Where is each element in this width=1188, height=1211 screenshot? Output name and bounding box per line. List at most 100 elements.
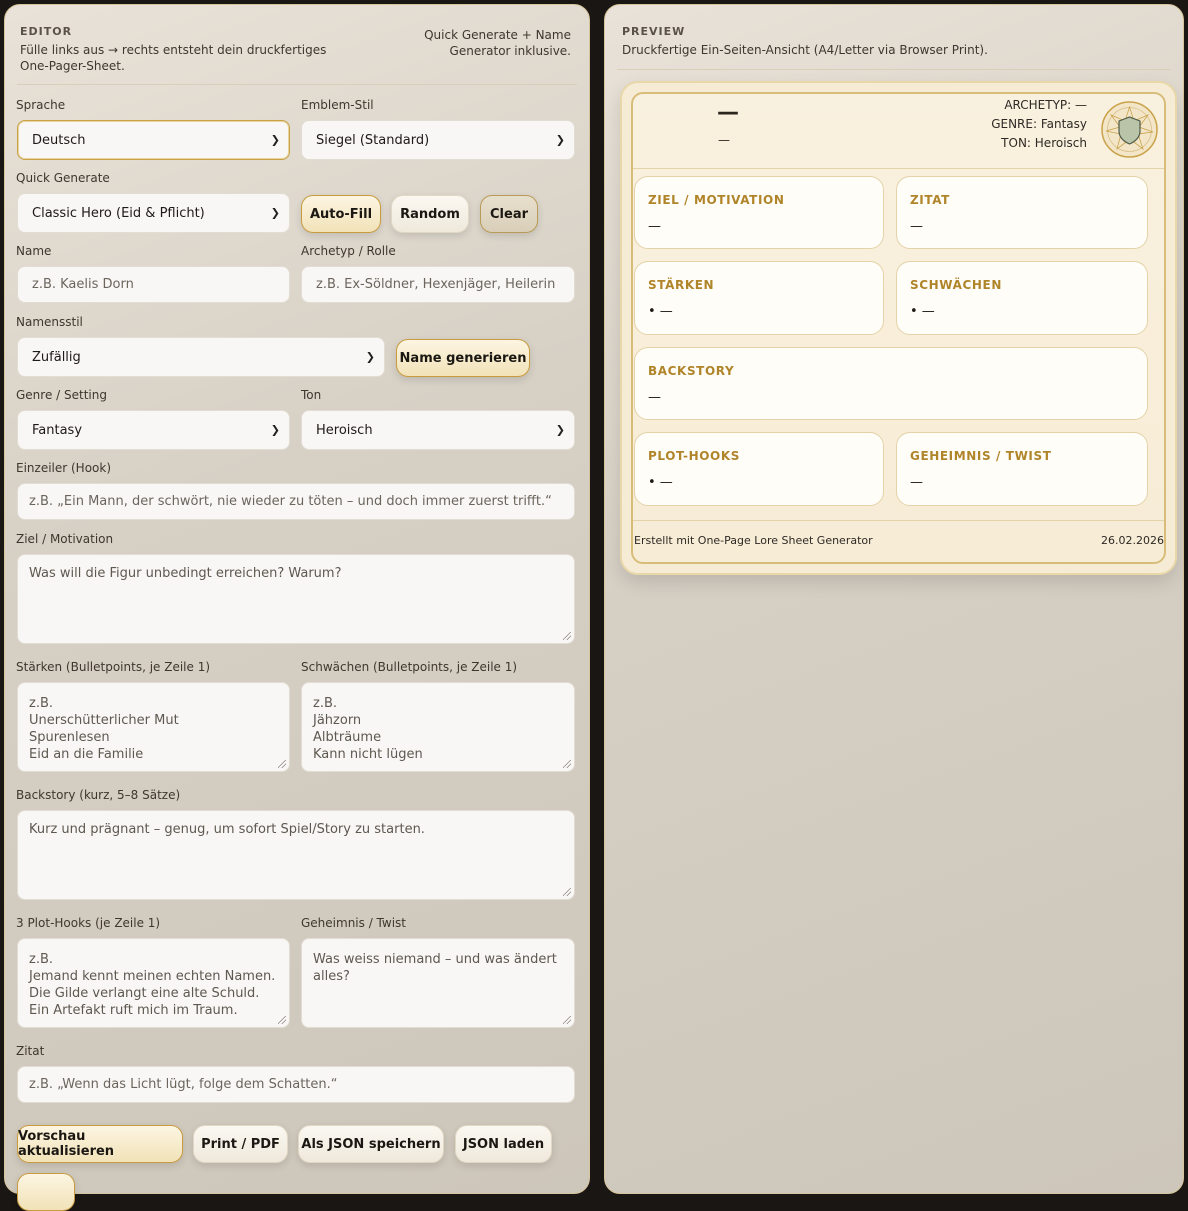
quick-generate-select[interactable]: Classic Hero (Eid & Pflicht) ❯ xyxy=(17,193,290,233)
weaknesses-textarea[interactable]: z.B. Jähzorn Albträume Kann nicht lügen xyxy=(301,682,575,772)
clear-button[interactable]: Clear xyxy=(480,195,538,233)
resize-handle-icon[interactable] xyxy=(278,1016,286,1024)
print-pdf-button[interactable]: Print / PDF xyxy=(193,1125,288,1163)
sheet-hook: — xyxy=(718,133,730,147)
preview-panel: PREVIEW Druckfertige Ein-Seiten-Ansicht … xyxy=(604,4,1184,1194)
chevron-down-icon: ❯ xyxy=(365,350,375,364)
sheet-footer-date: 26.02.2026 xyxy=(1101,534,1164,547)
name-generate-button[interactable]: Name generieren xyxy=(396,339,530,377)
resize-handle-icon[interactable] xyxy=(278,760,286,768)
quick-generate-value: Classic Hero (Eid & Pflicht) xyxy=(32,205,205,221)
language-select[interactable]: Deutsch ❯ xyxy=(17,120,290,160)
sheet-genre: GENRE: Fantasy xyxy=(991,117,1087,131)
resize-handle-icon[interactable] xyxy=(563,632,571,640)
backstory-label: Backstory (kurz, 5–8 Sätze) xyxy=(16,788,181,802)
goal-label: Ziel / Motivation xyxy=(16,532,114,546)
name-style-value: Zufällig xyxy=(32,349,81,365)
strengths-placeholder: z.B. Unerschütterlicher Mut Spurenlesen … xyxy=(29,696,179,762)
card-secret: GEHEIMNIS / TWIST — xyxy=(896,432,1148,506)
sheet-footer-credit: Erstellt mit One-Page Lore Sheet Generat… xyxy=(634,534,873,547)
divider xyxy=(617,69,1171,70)
sheet-archetype: ARCHETYP: — xyxy=(1004,98,1087,112)
emblem-value: Siegel (Standard) xyxy=(316,132,430,148)
preview-title: PREVIEW xyxy=(622,25,686,38)
editor-title: EDITOR xyxy=(20,25,73,38)
backstory-textarea[interactable]: Kurz und prägnant – genug, um sofort Spi… xyxy=(17,810,575,900)
card-goal: ZIEL / MOTIVATION — xyxy=(634,176,884,249)
sheet-tone: TON: Heroisch xyxy=(1001,136,1087,150)
secret-textarea[interactable]: Was weiss niemand – und was ändert alles… xyxy=(301,938,575,1028)
chevron-down-icon: ❯ xyxy=(270,133,280,147)
resize-handle-icon[interactable] xyxy=(563,888,571,896)
plot-hooks-placeholder: z.B. Jemand kennt meinen echten Namen. D… xyxy=(29,952,276,1018)
name-style-select[interactable]: Zufällig ❯ xyxy=(17,337,385,377)
card-backstory-value: — xyxy=(648,390,661,405)
extra-button[interactable] xyxy=(17,1173,75,1211)
card-plot-hooks-title: PLOT-HOOKS xyxy=(648,449,741,463)
weaknesses-placeholder: z.B. Jähzorn Albträume Kann nicht lügen xyxy=(313,696,423,762)
sheet-footer-divider xyxy=(633,520,1164,521)
card-weaknesses-title: SCHWÄCHEN xyxy=(910,278,1002,292)
weaknesses-label: Schwächen (Bulletpoints, je Zeile 1) xyxy=(301,660,518,674)
resize-handle-icon[interactable] xyxy=(563,1016,571,1024)
save-json-button[interactable]: Als JSON speichern xyxy=(298,1125,444,1163)
lore-sheet-frame: — — ARCHETYP: — GENRE: Fantasy TON: Hero… xyxy=(631,92,1166,564)
hook-input[interactable]: z.B. „Ein Mann, der schwört, nie wieder … xyxy=(17,483,575,520)
card-quote-value: — xyxy=(910,219,923,234)
random-button[interactable]: Random xyxy=(391,195,469,233)
goal-placeholder: Was will die Figur unbedingt erreichen? … xyxy=(29,566,342,581)
name-placeholder: z.B. Kaelis Dorn xyxy=(32,277,134,292)
chevron-down-icon: ❯ xyxy=(555,423,565,437)
tone-value: Heroisch xyxy=(316,422,373,438)
strengths-label: Stärken (Bulletpoints, je Zeile 1) xyxy=(16,660,211,674)
lore-sheet: — — ARCHETYP: — GENRE: Fantasy TON: Hero… xyxy=(620,81,1177,575)
emblem-label: Emblem-Stil xyxy=(301,98,374,112)
autofill-button[interactable]: Auto-Fill xyxy=(301,195,381,233)
card-plot-hooks: PLOT-HOOKS • — xyxy=(634,432,884,506)
emblem-select[interactable]: Siegel (Standard) ❯ xyxy=(301,120,575,160)
goal-textarea[interactable]: Was will die Figur unbedingt erreichen? … xyxy=(17,554,575,644)
emblem-seal-icon xyxy=(1101,101,1158,158)
backstory-placeholder: Kurz und prägnant – genug, um sofort Spi… xyxy=(29,822,425,837)
card-goal-title: ZIEL / MOTIVATION xyxy=(648,193,785,207)
card-strengths-title: STÄRKEN xyxy=(648,278,715,292)
sheet-divider xyxy=(633,168,1164,169)
preview-subtitle: Druckfertige Ein-Seiten-Ansicht (A4/Lett… xyxy=(622,43,988,57)
card-weaknesses: SCHWÄCHEN • — xyxy=(896,261,1148,335)
quote-input[interactable]: z.B. „Wenn das Licht lügt, folge dem Sch… xyxy=(17,1066,575,1103)
update-preview-button[interactable]: Vorschau aktualisieren xyxy=(17,1125,183,1163)
hook-label: Einzeiler (Hook) xyxy=(16,461,112,475)
name-label: Name xyxy=(16,244,52,258)
card-quote: ZITAT — xyxy=(896,176,1148,249)
card-goal-value: — xyxy=(648,219,661,234)
sheet-name: — xyxy=(717,100,739,125)
strengths-textarea[interactable]: z.B. Unerschütterlicher Mut Spurenlesen … xyxy=(17,682,290,772)
card-secret-value: — xyxy=(910,475,923,490)
hook-placeholder: z.B. „Ein Mann, der schwört, nie wieder … xyxy=(29,494,552,509)
card-backstory-title: BACKSTORY xyxy=(648,364,735,378)
name-style-label: Namensstil xyxy=(16,315,83,329)
archetype-label: Archetyp / Rolle xyxy=(301,244,396,258)
chevron-down-icon: ❯ xyxy=(555,133,565,147)
divider xyxy=(17,84,577,85)
tone-label: Ton xyxy=(301,388,322,402)
secret-label: Geheimnis / Twist xyxy=(301,916,407,930)
language-label: Sprache xyxy=(16,98,66,112)
editor-subtitle: Fülle links aus → rechts entsteht dein d… xyxy=(20,43,327,73)
card-strengths: STÄRKEN • — xyxy=(634,261,884,335)
plot-hooks-textarea[interactable]: z.B. Jemand kennt meinen echten Namen. D… xyxy=(17,938,290,1028)
archetype-input[interactable]: z.B. Ex-Söldner, Hexenjäger, Heilerin xyxy=(301,266,575,303)
card-strengths-value: • — xyxy=(648,304,673,319)
name-input[interactable]: z.B. Kaelis Dorn xyxy=(17,266,290,303)
load-json-button[interactable]: JSON laden xyxy=(455,1125,552,1163)
editor-note: Quick Generate + Name Generator inklusiv… xyxy=(424,28,571,58)
plot-hooks-label: 3 Plot-Hooks (je Zeile 1) xyxy=(16,916,161,930)
card-backstory: BACKSTORY — xyxy=(634,347,1148,420)
quote-label: Zitat xyxy=(16,1044,45,1058)
card-quote-title: ZITAT xyxy=(910,193,950,207)
quote-placeholder: z.B. „Wenn das Licht lügt, folge dem Sch… xyxy=(29,1077,338,1092)
tone-select[interactable]: Heroisch ❯ xyxy=(301,410,575,450)
genre-select[interactable]: Fantasy ❯ xyxy=(17,410,290,450)
resize-handle-icon[interactable] xyxy=(563,760,571,768)
genre-value: Fantasy xyxy=(32,422,83,438)
